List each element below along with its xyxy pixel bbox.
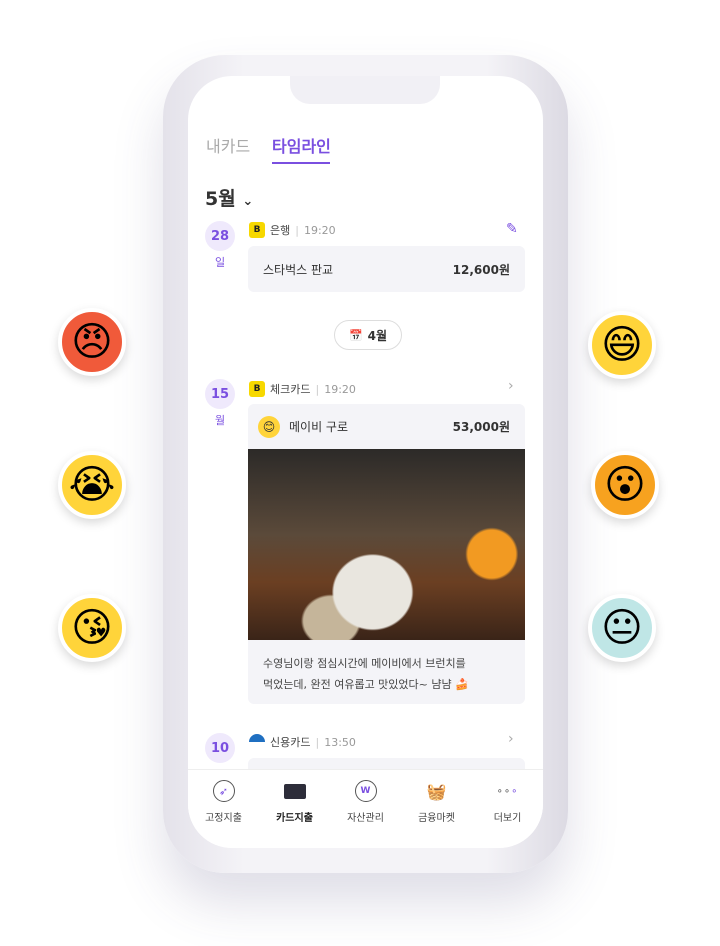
crying-emoji-icon: 😭 <box>58 451 126 519</box>
merchant-name: 스타벅스 판교 <box>263 262 334 277</box>
date-badge: 15 월 <box>205 379 235 428</box>
date-badge: 10 <box>205 733 235 763</box>
date-badge: 28 일 <box>205 221 235 270</box>
nav-fixed-expense[interactable]: ➶ 고정지출 <box>188 770 259 848</box>
nav-label: 카드지출 <box>276 813 313 824</box>
basket-icon: 🧺 <box>426 781 447 801</box>
amount: 53,000원 <box>452 420 510 434</box>
nav-label: 금융마켓 <box>418 813 455 824</box>
memo-line: 수영님이랑 점심시간에 메이비에서 브런치를 <box>263 657 466 670</box>
entry-meta: B 은행 | 19:20 <box>249 222 336 238</box>
chevron-right-icon[interactable]: › <box>508 731 514 747</box>
card-icon <box>283 780 306 802</box>
merchant-name: 메이비 구로 <box>289 420 349 434</box>
source-label: 신용카드 <box>270 736 311 749</box>
time-label: 13:50 <box>324 735 356 749</box>
nav-label: 고정지출 <box>205 813 242 824</box>
happy-emoji-icon: 😄 <box>588 311 656 379</box>
nav-label: 자산관리 <box>347 813 384 824</box>
chevron-right-icon[interactable]: › <box>508 378 514 394</box>
entry-meta: 신용카드 | 13:50 <box>249 734 356 750</box>
food-photo[interactable] <box>248 449 525 640</box>
amount: 12,600원 <box>452 262 510 277</box>
month-label: 5월 <box>205 188 236 210</box>
active-tab-indicator <box>272 162 330 164</box>
edit-pencil-icon[interactable]: ✎ <box>506 221 518 237</box>
source-label: 체크카드 <box>270 383 311 396</box>
happy-mood-icon: 😊 <box>258 415 280 438</box>
calendar-icon: 📅 <box>348 328 363 342</box>
angry-devil-emoji-icon: 😠 <box>58 308 126 376</box>
memo-text: 수영님이랑 점심시간에 메이비에서 브런치를 먹었는데, 완전 여유롭고 맛있었… <box>248 640 525 704</box>
more-dots-icon: ∘∘ ∘ <box>496 785 519 797</box>
time-label: 19:20 <box>303 223 336 237</box>
transaction-card[interactable]: 😊 메이비 구로 53,000원 <box>248 404 525 449</box>
bottom-nav: ➶ 고정지출 카드지출 W 자산관리 🧺 금융마켓 ∘∘ ∘ 더보기 <box>188 769 543 848</box>
month-divider-label: 4월 <box>367 328 388 343</box>
kissing-emoji-icon: 😘 <box>58 594 126 662</box>
notch <box>290 76 440 104</box>
rocket-icon: ➶ <box>212 780 235 802</box>
entry-meta: B 체크카드 | 19:20 <box>249 381 356 397</box>
credit-card-logo-icon <box>249 734 265 750</box>
memo-line: 먹었는데, 완전 여유롭고 맛있었다~ 냠냠 🍰 <box>263 678 469 691</box>
tab-my-card[interactable]: 내카드 <box>206 133 250 157</box>
chevron-down-icon: ⌄ <box>242 194 254 209</box>
day-number: 28 <box>205 221 235 251</box>
time-label: 19:20 <box>324 382 356 396</box>
month-selector[interactable]: 5월 ⌄ <box>205 184 253 211</box>
app-screen: 내카드 타임라인 5월 ⌄ 28 일 B 은행 | 19:20 ✎ 스타벅스 판교… <box>188 76 543 848</box>
day-number: 10 <box>205 733 235 763</box>
tab-timeline[interactable]: 타임라인 <box>272 133 331 157</box>
day-of-week: 월 <box>214 414 226 427</box>
neutral-emoji-icon: 😐 <box>588 594 656 662</box>
nav-card-expense[interactable]: 카드지출 <box>259 770 330 848</box>
day-number: 15 <box>205 379 235 409</box>
month-divider-pill[interactable]: 📅 4월 <box>334 320 402 350</box>
day-of-week: 일 <box>214 256 226 269</box>
card-logo-icon: B <box>249 381 265 397</box>
nav-finance-market[interactable]: 🧺 금융마켓 <box>401 770 472 848</box>
nav-asset-management[interactable]: W 자산관리 <box>330 770 401 848</box>
surprised-emoji-icon: 😮 <box>591 451 659 519</box>
transaction-card[interactable]: 스타벅스 판교 12,600원 <box>248 246 525 292</box>
nav-more[interactable]: ∘∘ ∘ 더보기 <box>472 770 543 848</box>
won-icon: W <box>354 780 377 802</box>
bank-logo-icon: B <box>249 222 265 238</box>
source-label: 은행 <box>270 224 291 237</box>
nav-label: 더보기 <box>493 813 522 824</box>
